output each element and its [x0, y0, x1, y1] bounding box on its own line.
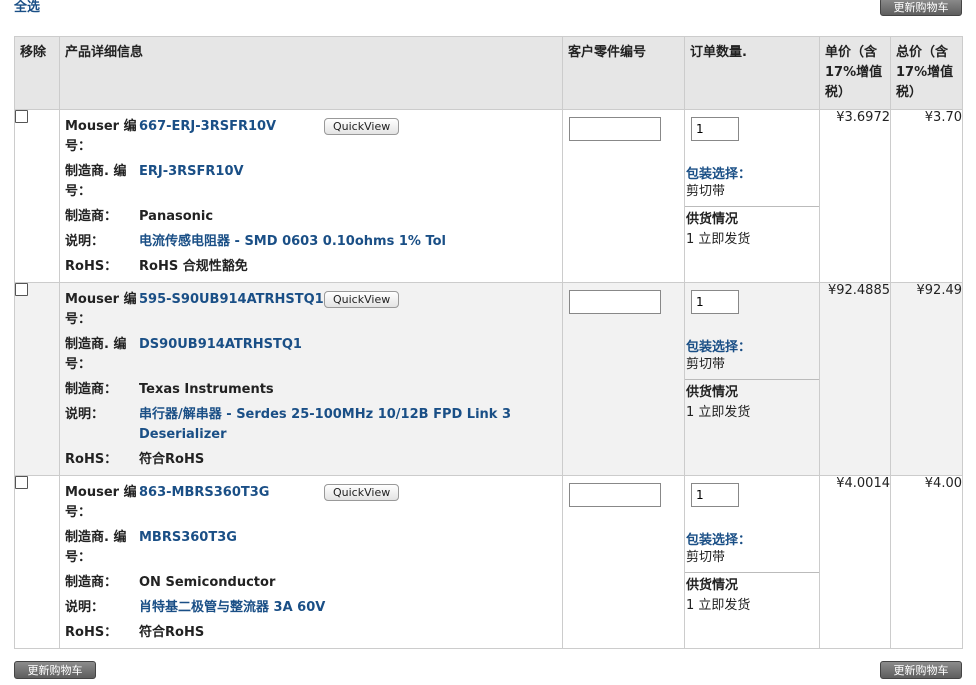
- update-cart-button-bottom-right[interactable]: 更新购物车: [880, 661, 962, 679]
- mfr-label: 制造商：: [65, 209, 118, 224]
- description-link[interactable]: 串行器/解串器 - Serdes 25-100MHz 10/12B FPD Li…: [139, 405, 557, 445]
- header-customer-part-number: 客户零件编号: [562, 36, 685, 110]
- quickview-button[interactable]: QuickView: [324, 118, 400, 135]
- rohs-status: RoHS 合规性豁免: [139, 259, 248, 274]
- quantity-cell: 包装选择： 剪切带 供货情况 1 立即发货: [684, 109, 820, 283]
- rohs-label: RoHS：: [65, 625, 118, 640]
- quantity-input[interactable]: [691, 483, 739, 507]
- remove-checkbox[interactable]: [15, 110, 28, 123]
- customer-part-input[interactable]: [569, 117, 661, 141]
- availability-value: 1 立即发货: [686, 405, 751, 420]
- header-remove: 移除: [14, 36, 60, 110]
- rohs-label: RoHS：: [65, 259, 118, 274]
- desc-label: 说明：: [65, 600, 105, 615]
- customer-part-input[interactable]: [569, 290, 661, 314]
- manufacturer-name: ON Semiconductor: [139, 575, 276, 590]
- select-all-link[interactable]: 全选: [14, 0, 40, 15]
- mfr-part-link[interactable]: DS90UB914ATRHSTQ1: [139, 335, 557, 375]
- mfr-no-label: 制造商. 编号：: [65, 337, 127, 372]
- mouser-no-label: Mouser 编号：: [65, 485, 137, 520]
- rohs-status: 符合RoHS: [139, 452, 205, 467]
- product-info-cell: QuickView Mouser 编号： 863-MBRS360T3G 制造商. …: [59, 475, 563, 649]
- remove-cell: [14, 282, 60, 476]
- header-total-price: 总价（含17%增值税）: [890, 36, 963, 110]
- mfr-no-label: 制造商. 编号：: [65, 164, 127, 199]
- product-info-cell: QuickView Mouser 编号： 595-S90UB914ATRHSTQ1…: [59, 282, 563, 476]
- table-row: QuickView Mouser 编号： 667-ERJ-3RSFR10V 制造商…: [14, 109, 963, 283]
- quickview-button[interactable]: QuickView: [324, 484, 400, 501]
- customer-part-input[interactable]: [569, 483, 661, 507]
- availability-label: 供货情况: [686, 578, 739, 593]
- quantity-cell: 包装选择： 剪切带 供货情况 1 立即发货: [684, 282, 820, 476]
- mfr-part-link[interactable]: MBRS360T3G: [139, 528, 557, 568]
- rohs-status: 符合RoHS: [139, 625, 205, 640]
- remove-cell: [14, 475, 60, 649]
- packaging-value: 剪切带: [686, 550, 726, 565]
- packaging-value: 剪切带: [686, 357, 726, 372]
- quantity-input[interactable]: [691, 117, 739, 141]
- customer-part-cell: [562, 475, 685, 649]
- customer-part-cell: [562, 282, 685, 476]
- cart-table: 移除 产品详细信息 客户零件编号 订单数量. 单价（含17%增值税） 总价（含1…: [14, 36, 963, 649]
- total-price: ¥92.49: [890, 282, 963, 476]
- table-header-row: 移除 产品详细信息 客户零件编号 订单数量. 单价（含17%增值税） 总价（含1…: [14, 36, 963, 110]
- mfr-no-label: 制造商. 编号：: [65, 530, 127, 565]
- quantity-input[interactable]: [691, 290, 739, 314]
- remove-checkbox[interactable]: [15, 283, 28, 296]
- update-cart-button-bottom-left[interactable]: 更新购物车: [14, 661, 96, 679]
- manufacturer-name: Panasonic: [139, 209, 214, 224]
- quantity-cell: 包装选择： 剪切带 供货情况 1 立即发货: [684, 475, 820, 649]
- mfr-part-link[interactable]: ERJ-3RSFR10V: [139, 162, 557, 202]
- manufacturer-name: Texas Instruments: [139, 382, 274, 397]
- description-link[interactable]: 电流传感电阻器 - SMD 0603 0.10ohms 1% Tol: [139, 232, 557, 252]
- update-cart-button-top[interactable]: 更新购物车: [880, 0, 962, 16]
- unit-price: ¥4.0014: [819, 475, 891, 649]
- header-order-quantity: 订单数量.: [684, 36, 820, 110]
- table-row: QuickView Mouser 编号： 595-S90UB914ATRHSTQ1…: [14, 282, 963, 476]
- total-price: ¥4.00: [890, 475, 963, 649]
- availability-value: 1 立即发货: [686, 598, 751, 613]
- packaging-label[interactable]: 包装选择：: [685, 163, 819, 182]
- packaging-label[interactable]: 包装选择：: [685, 529, 819, 548]
- quickview-button[interactable]: QuickView: [324, 291, 400, 308]
- availability-label: 供货情况: [686, 385, 739, 400]
- table-row: QuickView Mouser 编号： 863-MBRS360T3G 制造商. …: [14, 475, 963, 649]
- header-product-details: 产品详细信息: [59, 36, 563, 110]
- availability-label: 供货情况: [686, 212, 739, 227]
- desc-label: 说明：: [65, 234, 105, 249]
- unit-price: ¥92.4885: [819, 282, 891, 476]
- rohs-label: RoHS：: [65, 452, 118, 467]
- mouser-no-label: Mouser 编号：: [65, 119, 137, 154]
- header-unit-price: 单价（含17%增值税）: [819, 36, 891, 110]
- packaging-value: 剪切带: [686, 184, 726, 199]
- description-link[interactable]: 肖特基二极管与整流器 3A 60V: [139, 598, 557, 618]
- unit-price: ¥3.6972: [819, 109, 891, 283]
- remove-checkbox[interactable]: [15, 476, 28, 489]
- mouser-no-label: Mouser 编号：: [65, 292, 137, 327]
- customer-part-cell: [562, 109, 685, 283]
- product-info-cell: QuickView Mouser 编号： 667-ERJ-3RSFR10V 制造商…: [59, 109, 563, 283]
- remove-cell: [14, 109, 60, 283]
- availability-value: 1 立即发货: [686, 232, 751, 247]
- packaging-label[interactable]: 包装选择：: [685, 336, 819, 355]
- total-price: ¥3.70: [890, 109, 963, 283]
- desc-label: 说明：: [65, 407, 105, 422]
- mfr-label: 制造商：: [65, 575, 118, 590]
- mfr-label: 制造商：: [65, 382, 118, 397]
